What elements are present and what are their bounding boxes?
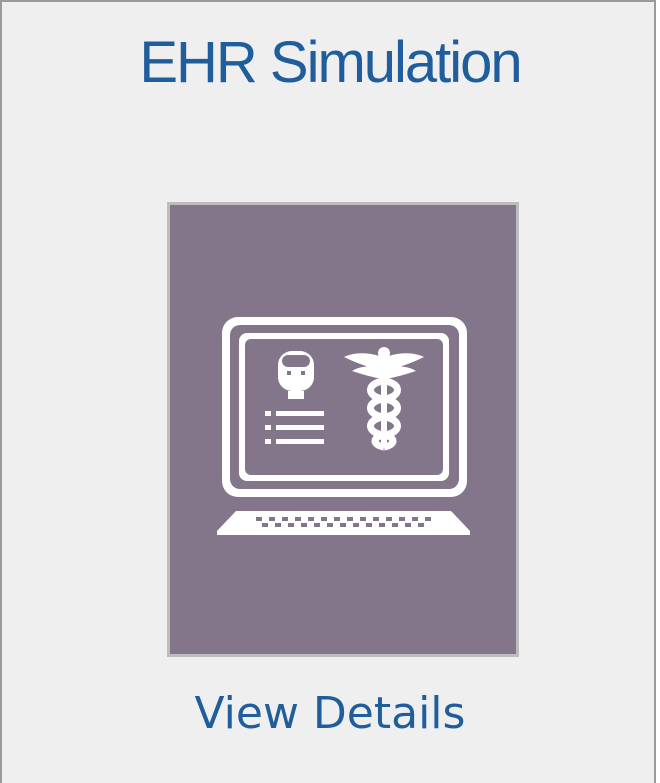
card-title: EHR Simulation bbox=[139, 30, 522, 95]
ehr-simulation-card: EHR Simulation View Details bbox=[0, 0, 656, 783]
view-details-link[interactable]: View Details bbox=[2, 684, 658, 744]
ehr-computer-icon bbox=[217, 317, 470, 535]
ehr-simulation-tile[interactable] bbox=[167, 202, 519, 657]
